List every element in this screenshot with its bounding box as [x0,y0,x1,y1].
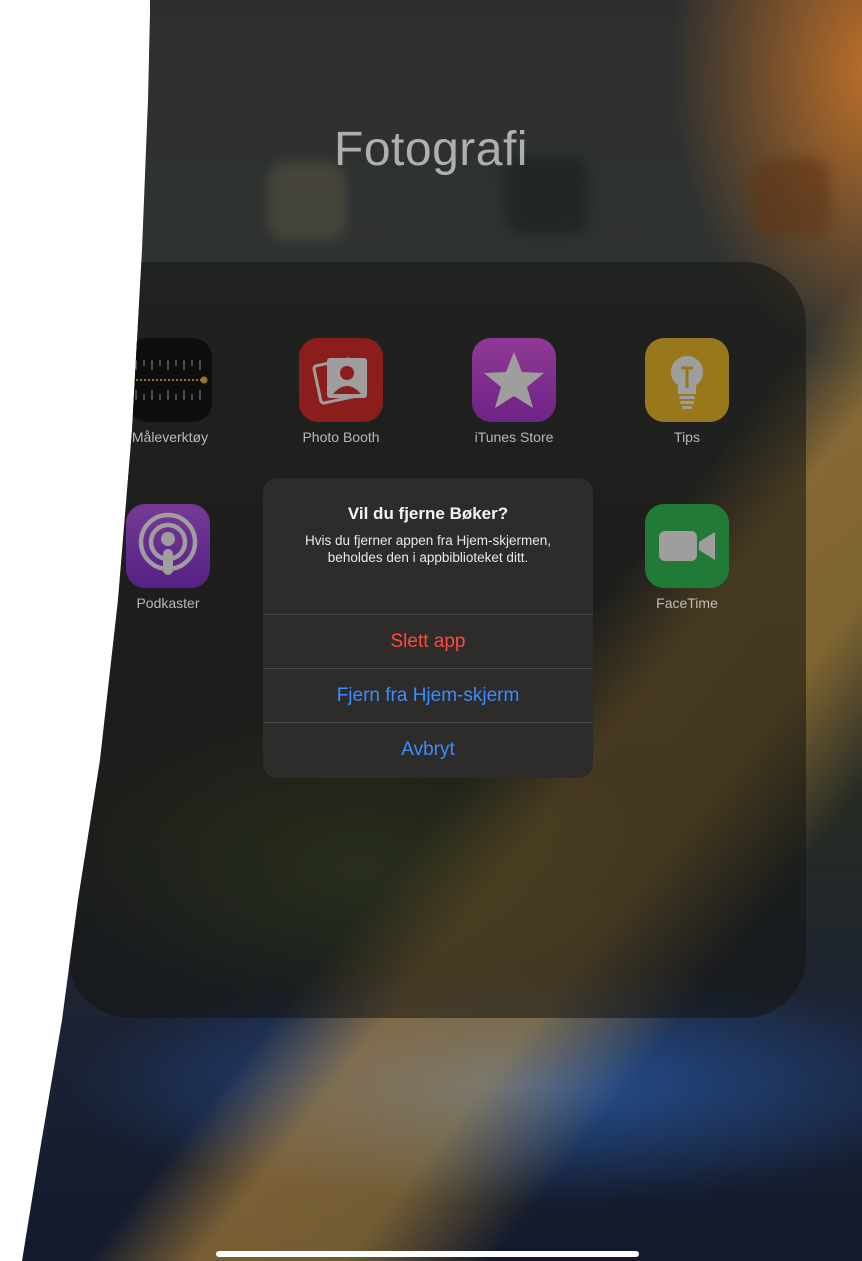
folder-title: Fotografi [334,123,528,176]
photo-booth-icon [299,338,383,422]
app-measure[interactable]: Måleverktøy [100,338,240,445]
app-label: Photo Booth [302,429,380,445]
home-screen: Fotografi Måleverktøy Photo Booth iTunes… [22,0,862,1261]
alert-title: Vil du fjerne Bøker? [347,504,509,523]
lightbulb-icon [645,338,729,422]
app-facetime[interactable]: FaceTime [617,504,757,611]
home-indicator[interactable] [216,1251,639,1257]
app-label: Podkaster [136,595,200,611]
remove-app-alert: Vil du fjerne Bøker? Hvis du fjerner app… [263,478,593,778]
star-icon [472,338,556,422]
app-tips[interactable]: Tips [617,338,757,445]
app-label: FaceTime [656,595,718,611]
app-label: Tips [674,429,700,445]
podcast-icon [126,504,210,588]
alert-message: Hvis du fjerner appen fra Hjem-skjermen,… [304,533,552,565]
app-label: Måleverktøy [131,429,209,445]
app-podcasts[interactable]: Podkaster [98,504,238,611]
delete-app-button[interactable]: Slett app [263,614,593,669]
app-photo-booth[interactable]: Photo Booth [271,338,411,445]
cancel-button[interactable]: Avbryt [263,722,593,777]
remove-from-home-button[interactable]: Fjern fra Hjem-skjerm [263,668,593,723]
video-camera-icon [645,504,729,588]
app-label: iTunes Store [474,429,554,445]
app-itunes-store[interactable]: iTunes Store [444,338,584,445]
measure-icon [128,338,212,422]
